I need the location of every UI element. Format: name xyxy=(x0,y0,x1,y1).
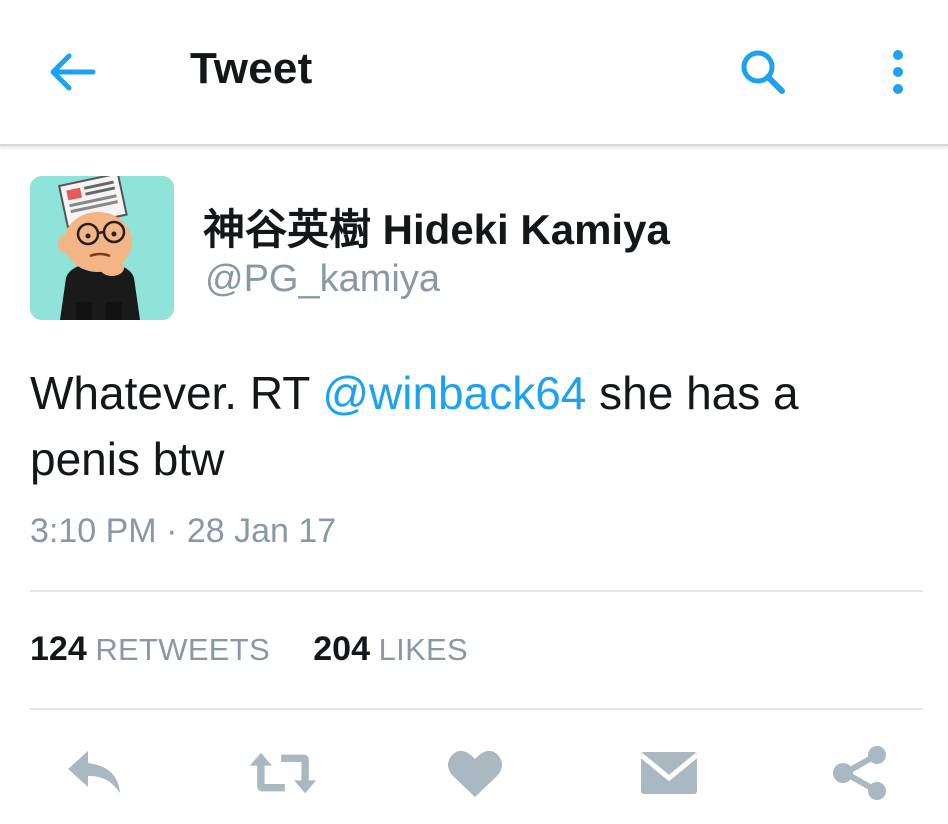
avatar[interactable] xyxy=(30,176,174,320)
tweet-stats: 124 RETWEETS 204 LIKES xyxy=(30,630,468,669)
user-handle[interactable]: @PG_kamiya xyxy=(205,258,440,301)
arrow-left-icon xyxy=(50,53,96,91)
divider xyxy=(30,590,923,592)
share-icon xyxy=(833,746,886,800)
likes-stat[interactable]: 204 LIKES xyxy=(313,630,468,668)
page-title: Tweet xyxy=(190,44,313,93)
envelope-icon xyxy=(639,752,699,794)
reply-icon xyxy=(68,751,120,793)
search-icon xyxy=(741,50,785,94)
tweet-text: Whatever. RT @winback64 she has a penis … xyxy=(30,360,920,492)
search-button[interactable] xyxy=(735,44,791,100)
retweets-label: RETWEETS xyxy=(95,632,270,667)
retweet-icon xyxy=(249,752,317,794)
retweet-button[interactable] xyxy=(248,740,318,806)
direct-message-button[interactable] xyxy=(634,740,704,806)
reply-button[interactable] xyxy=(60,740,130,806)
display-name[interactable]: 神谷英樹 Hideki Kamiya xyxy=(203,196,670,257)
likes-label: LIKES xyxy=(378,632,468,667)
heart-icon xyxy=(448,750,502,797)
likes-count: 204 xyxy=(313,630,370,668)
like-button[interactable] xyxy=(440,740,510,806)
back-button[interactable] xyxy=(44,46,100,98)
app-bar: Tweet xyxy=(0,0,948,146)
retweets-stat[interactable]: 124 RETWEETS xyxy=(30,630,270,668)
share-button[interactable] xyxy=(826,740,896,806)
tweet-timestamp: 3:10 PM · 28 Jan 17 xyxy=(30,512,337,550)
divider xyxy=(30,708,923,710)
retweets-count: 124 xyxy=(30,630,87,668)
cartoon-avatar xyxy=(30,176,174,320)
mention-link[interactable]: @winback64 xyxy=(322,367,586,419)
more-vertical-icon xyxy=(893,50,903,94)
more-options-button[interactable] xyxy=(870,44,926,100)
tweet-text-part: Whatever. RT xyxy=(30,367,323,419)
